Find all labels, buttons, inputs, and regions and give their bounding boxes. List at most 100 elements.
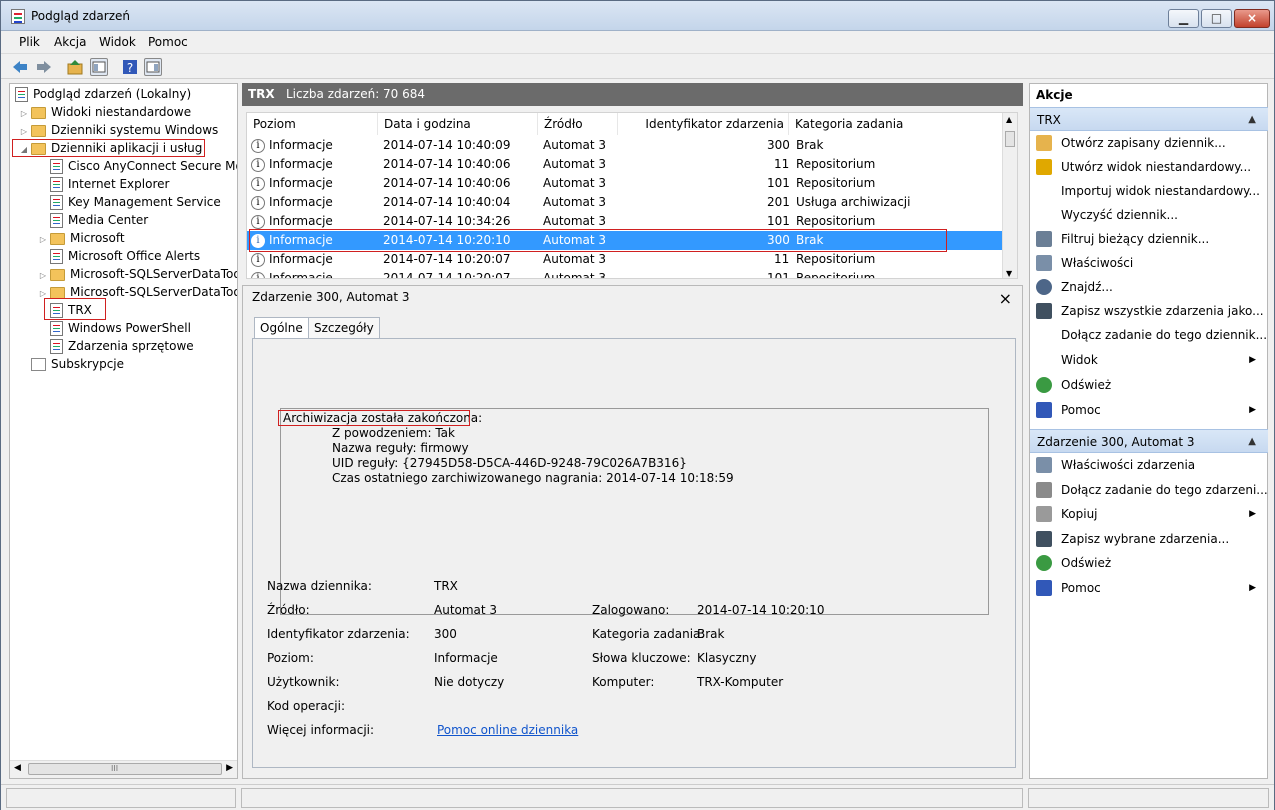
action-item[interactable]: Kopiuj ▶ — [1030, 502, 1268, 526]
folder-icon — [31, 124, 46, 137]
tree-item-label: Microsoft-SQLServerDataTools — [70, 285, 238, 299]
help-toolbar-button[interactable]: ? — [121, 58, 139, 76]
action-item[interactable]: Pomoc ▶ — [1030, 398, 1268, 422]
folder-icon — [50, 268, 65, 281]
close-details-icon[interactable]: × — [999, 289, 1012, 308]
action-label: Utwórz widok niestandardowy... — [1061, 160, 1252, 174]
table-row[interactable]: i Informacje 2014-07-14 10:40:06 Automat 3 1… — [247, 155, 1004, 174]
action-item[interactable]: Odśwież — [1030, 373, 1268, 397]
action-item[interactable]: Zapisz wybrane zdarzenia... — [1030, 527, 1268, 551]
highlight-trx-log — [44, 298, 106, 320]
header-source[interactable]: Źródło — [538, 113, 618, 135]
header-date-time[interactable]: Data i godzina — [378, 113, 538, 135]
action-item[interactable]: Otwórz zapisany dziennik... — [1030, 131, 1268, 155]
action-item[interactable]: Filtruj bieżący dziennik... — [1030, 227, 1268, 251]
action-label: Znajdź... — [1061, 280, 1113, 294]
action-item[interactable]: Wyczyść dziennik... — [1030, 203, 1268, 227]
cell-date: 2014-07-14 10:40:06 — [383, 157, 511, 171]
scroll-right-icon[interactable]: ▶ — [226, 763, 233, 773]
menu-help[interactable]: Pomoc — [148, 35, 188, 49]
tab-details[interactable]: Szczegóły — [308, 317, 380, 339]
online-help-link[interactable]: Pomoc online dziennika — [437, 723, 578, 737]
tree-item-media-center[interactable]: Media Center — [38, 211, 148, 229]
action-item[interactable]: Znajdź... — [1030, 275, 1268, 299]
action-item[interactable]: Utwórz widok niestandardowy... — [1030, 155, 1268, 179]
action-item[interactable]: Odśwież — [1030, 551, 1268, 575]
menu-file[interactable]: Plik — [19, 35, 40, 49]
table-row[interactable]: i Informacje 2014-07-14 10:40:04 Automat 3 2… — [247, 193, 1004, 212]
minimize-button[interactable]: ▁ — [1168, 9, 1199, 28]
action-item[interactable]: Dołącz zadanie do tego dziennik... — [1030, 323, 1268, 347]
events-vertical-scrollbar[interactable]: ▲ ▼ — [1002, 113, 1017, 278]
action-label: Dołącz zadanie do tego dziennik... — [1061, 328, 1268, 342]
collapse-icon[interactable]: ▲ — [1248, 108, 1256, 132]
tab-general[interactable]: Ogólne — [254, 317, 309, 339]
tree-item-label: Zdarzenia sprzętowe — [68, 339, 194, 353]
maximize-button[interactable]: □ — [1201, 9, 1232, 28]
action-item[interactable]: Widok ▶ — [1030, 348, 1268, 372]
tree-item-powershell[interactable]: Windows PowerShell — [38, 319, 191, 337]
table-row[interactable]: i Informacje 2014-07-14 10:20:07 Automat 3 1… — [247, 269, 1004, 278]
cell-level: Informacje — [269, 157, 333, 171]
header-event-id[interactable]: Identyfikator zdarzenia — [618, 113, 789, 135]
events-grid: Poziom Data i godzina Źródło Identyfikat… — [246, 112, 1018, 279]
value-level: Informacje — [434, 651, 498, 665]
tree-item-office-alerts[interactable]: Microsoft Office Alerts — [38, 247, 200, 265]
cell-category: Repositorium — [796, 176, 876, 190]
collapse-icon[interactable]: ▲ — [1248, 430, 1256, 454]
show-hide-tree-button[interactable] — [90, 58, 108, 76]
action-item[interactable]: Właściwości zdarzenia — [1030, 453, 1268, 477]
up-button[interactable] — [66, 58, 84, 76]
scroll-up-icon[interactable]: ▲ — [1006, 115, 1012, 124]
header-task-category[interactable]: Kategoria zadania — [789, 113, 1004, 135]
scroll-down-icon[interactable]: ▼ — [1006, 269, 1012, 278]
cell-level: Informacje — [269, 252, 333, 266]
action-label: Właściwości zdarzenia — [1061, 458, 1196, 472]
tree-item-internet-explorer[interactable]: Internet Explorer — [38, 175, 169, 193]
cell-level: Informacje — [269, 176, 333, 190]
action-item[interactable]: Importuj widok niestandardowy... — [1030, 179, 1268, 203]
cell-event-id: 101 — [767, 176, 790, 190]
tree-root[interactable]: Podgląd zdarzeń (Lokalny) — [15, 85, 191, 103]
table-row[interactable]: i Informacje 2014-07-14 10:20:07 Automat 3 1… — [247, 250, 1004, 269]
back-icon — [13, 61, 27, 73]
tree-item-label: Microsoft-SQLServerDataTools — [70, 267, 238, 281]
menu-action[interactable]: Akcja — [54, 35, 86, 49]
action-label: Otwórz zapisany dziennik... — [1061, 136, 1226, 150]
tree-item-key-management[interactable]: Key Management Service — [38, 193, 221, 211]
action-item[interactable]: Dołącz zadanie do tego zdarzeni... — [1030, 478, 1268, 502]
tree-item-custom-views[interactable]: ▷ Widoki niestandardowe — [19, 103, 191, 121]
help-icon — [1036, 402, 1052, 418]
log-icon — [50, 195, 63, 210]
tree-item-cisco-anyconnect[interactable]: Cisco AnyConnect Secure Mob — [38, 157, 237, 175]
tree-item-label: Windows PowerShell — [68, 321, 191, 335]
label-event-id: Identyfikator zdarzenia: — [267, 627, 410, 641]
back-button[interactable] — [11, 58, 29, 76]
table-row[interactable]: i Informacje 2014-07-14 10:40:06 Automat 3 1… — [247, 174, 1004, 193]
tree-horizontal-scrollbar[interactable]: ◀ III ▶ — [10, 760, 237, 778]
action-item[interactable]: Zapisz wszystkie zdarzenia jako... — [1030, 299, 1268, 323]
scroll-left-icon[interactable]: ◀ — [14, 763, 21, 773]
tree-item-sql-data-tools-1[interactable]: ▷ Microsoft-SQLServerDataTools — [38, 265, 238, 283]
actions-section-trx[interactable]: TRX ▲ — [1030, 107, 1268, 131]
svg-text:?: ? — [127, 61, 133, 75]
tree-item-microsoft[interactable]: ▷ Microsoft — [38, 229, 125, 247]
header-level[interactable]: Poziom — [247, 113, 378, 135]
subscription-icon — [31, 358, 46, 371]
scroll-thumb[interactable] — [1005, 131, 1015, 147]
tree-item-subscriptions[interactable]: Subskrypcje — [19, 355, 124, 373]
table-row[interactable]: i Informacje 2014-07-14 10:40:09 Automat 3 3… — [247, 136, 1004, 155]
cell-source: Automat 3 — [543, 252, 607, 266]
actions-section-event[interactable]: Zdarzenie 300, Automat 3 ▲ — [1030, 429, 1268, 453]
action-item[interactable]: Właściwości — [1030, 251, 1268, 275]
log-header: TRX Liczba zdarzeń: 70 684 — [242, 83, 1023, 106]
menu-view[interactable]: Widok — [99, 35, 136, 49]
cell-date: 2014-07-14 10:40:06 — [383, 176, 511, 190]
tree-item-hardware-events[interactable]: Zdarzenia sprzętowe — [38, 337, 194, 355]
action-item[interactable]: Pomoc ▶ — [1030, 576, 1268, 600]
tree-item-windows-logs[interactable]: ▷ Dzienniki systemu Windows — [19, 121, 218, 139]
forward-button[interactable] — [35, 58, 53, 76]
show-hide-action-pane-button[interactable] — [144, 58, 162, 76]
close-button[interactable]: × — [1234, 9, 1270, 28]
scroll-thumb[interactable]: III — [28, 763, 222, 775]
